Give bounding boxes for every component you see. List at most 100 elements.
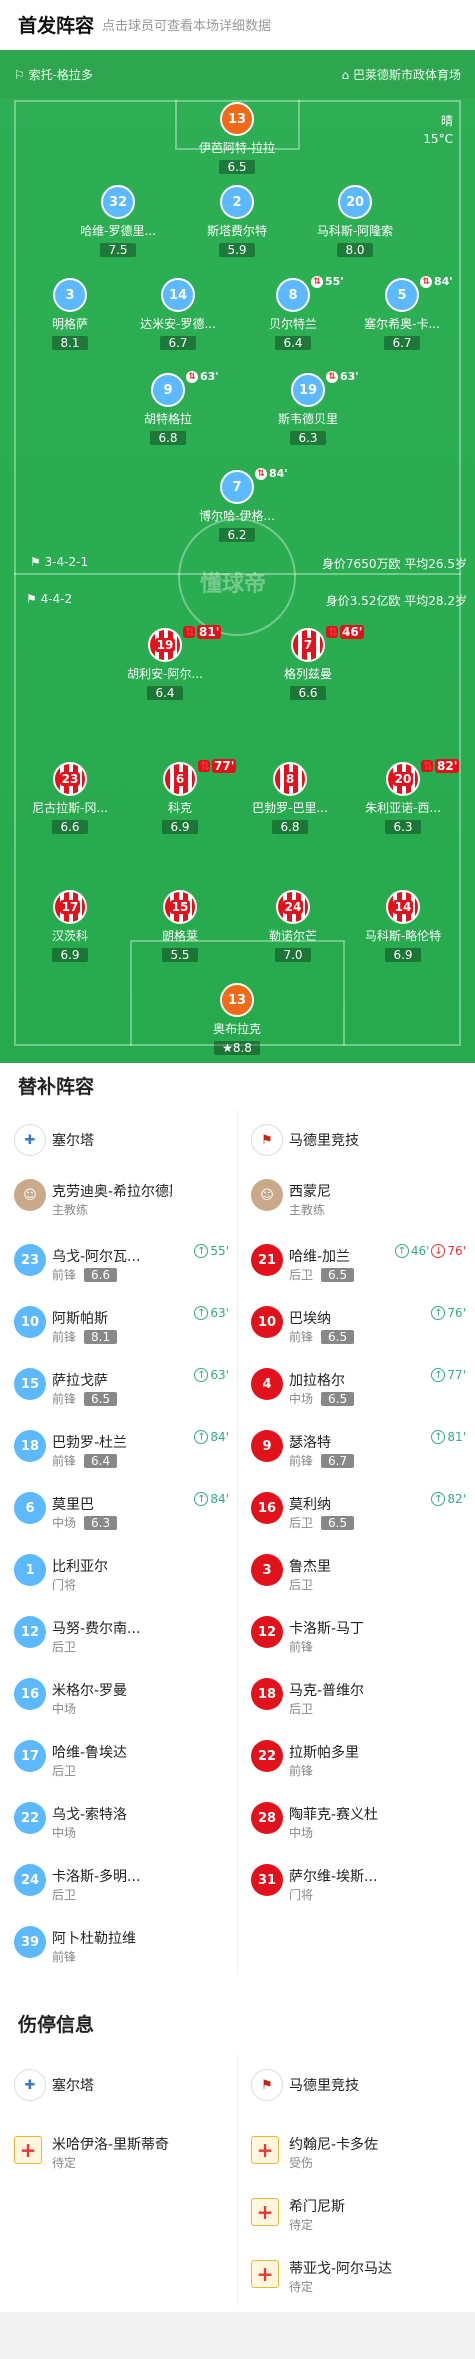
- sub-in-icon: ↑: [431, 1492, 446, 1506]
- sub-player-row[interactable]: 12 马努-费尔南... 后卫: [0, 1602, 237, 1664]
- sub-player-row[interactable]: 1 比利亚尔 门将: [0, 1540, 237, 1602]
- sub-jersey-number: 18: [14, 1430, 46, 1462]
- injured-player-row[interactable]: + 约翰尼-卡多佐 受伤: [237, 2118, 474, 2180]
- subs-title: 替补阵容: [18, 1076, 95, 1098]
- coach-row[interactable]: ☺ 西蒙尼 主教练: [237, 1165, 474, 1227]
- injured-player-row[interactable]: + 希门尼斯 待定: [237, 2180, 474, 2242]
- jersey-number: 6 ⇅ 77': [163, 759, 237, 796]
- sub-jersey-number: 12: [251, 1616, 283, 1648]
- sub-player-row[interactable]: 22 乌戈-索特洛 中场: [0, 1788, 237, 1850]
- away-player[interactable]: 7 ⇅ 46' 格列兹曼 6.6: [253, 625, 365, 701]
- player-rating: 8.1: [52, 336, 88, 350]
- jersey-number: 15: [163, 890, 197, 924]
- sub-player-row[interactable]: 39 阿卜杜勒拉维 前锋: [0, 1912, 237, 1974]
- sub-player-row[interactable]: 18 马克-普维尔 后卫: [237, 1664, 474, 1726]
- sub-player-row[interactable]: 17 哈维-鲁埃达 后卫: [0, 1726, 237, 1788]
- home-player[interactable]: 13 伊芭阿特-拉拉 6.5: [182, 102, 292, 175]
- sub-jersey-number: 4: [251, 1368, 283, 1400]
- player-rating: 6.7: [384, 336, 420, 350]
- home-player[interactable]: 32 哈维-罗德里... 7.5: [63, 185, 173, 258]
- sub-player-row[interactable]: 10 巴埃纳 前锋 6.5 ↑ 76': [237, 1292, 474, 1354]
- team-crest-icon: ⚑: [251, 1124, 283, 1156]
- home-coach: ⚐ 索托-格拉多: [14, 67, 93, 82]
- jersey-number: 32: [101, 185, 135, 219]
- home-player[interactable]: 19 ⇅ 63' 斯韦德贝里 6.3: [253, 370, 363, 446]
- sub-out-icon: ↓: [431, 1244, 446, 1258]
- coach-row[interactable]: ☺ 克劳迪奥-希拉尔德斯 主教练: [0, 1165, 237, 1227]
- sub-player-row[interactable]: 22 拉斯帕多里 前锋: [237, 1726, 474, 1788]
- away-player[interactable]: 17 汉茨科 6.9: [15, 890, 125, 963]
- sub-jersey-number: 18: [251, 1678, 283, 1710]
- sub-player-name: 萨尔维-埃斯...: [289, 1869, 378, 1885]
- sub-player-name: 哈维-加兰: [289, 1249, 351, 1265]
- player-name: 斯塔费尔特: [206, 224, 267, 238]
- sub-position: 中场: [52, 1826, 77, 1840]
- sub-player-row[interactable]: 16 莫利纳 后卫 6.5 ↑ 82': [237, 1478, 474, 1540]
- sub-player-row[interactable]: 10 阿斯帕斯 前锋 8.1 ↑ 63': [0, 1292, 237, 1354]
- player-name: 马科斯-略伦特: [364, 929, 442, 943]
- away-player[interactable]: 20 ⇅ 82' 朱利亚诺-西... 6.3: [348, 759, 460, 835]
- sub-rating: 6.5: [321, 1516, 355, 1530]
- away-player[interactable]: 6 ⇅ 77' 科克 6.9: [125, 759, 237, 835]
- sub-event-badge: ⇅ 81': [183, 625, 222, 639]
- sub-jersey-number: 17: [14, 1740, 46, 1772]
- sub-player-row[interactable]: 12 卡洛斯-马丁 前锋: [237, 1602, 474, 1664]
- away-player[interactable]: 8 巴勃罗-巴里... 6.8: [235, 762, 345, 835]
- home-player[interactable]: 14 达米安-罗德... 6.7: [123, 278, 233, 351]
- sub-jersey-number: 3: [251, 1554, 283, 1586]
- sub-player-row[interactable]: 24 卡洛斯-多明... 后卫: [0, 1850, 237, 1912]
- sub-player-row[interactable]: 9 瑟洛特 前锋 6.7 ↑ 81': [237, 1416, 474, 1478]
- sub-player-row[interactable]: 18 巴勃罗-杜兰 前锋 6.4 ↑ 84': [0, 1416, 237, 1478]
- home-player[interactable]: 7 ⇅ 84' 博尔哈-伊格... 6.2: [182, 467, 292, 543]
- sub-rating: 8.1: [84, 1330, 118, 1344]
- home-player[interactable]: 9 ⇅ 63' 胡特格拉 6.8: [113, 370, 223, 446]
- coach-name: 西蒙尼: [289, 1184, 331, 1200]
- sub-in-icon: ↑: [194, 1306, 209, 1320]
- player-name: 汉茨科: [51, 929, 88, 943]
- away-player[interactable]: 23 尼古拉斯-冈... 6.6: [15, 762, 125, 835]
- home-player[interactable]: 8 ⇅ 55' 贝尔特兰 6.4: [238, 275, 348, 351]
- sub-player-row[interactable]: 3 鲁杰里 后卫: [237, 1540, 474, 1602]
- injury-icon: +: [251, 2198, 279, 2226]
- sub-player-row[interactable]: 21 哈维-加兰 后卫 6.5 ↑ 46' ↓ 76': [237, 1230, 474, 1292]
- team-name: 马德里竞技: [289, 1133, 359, 1149]
- player-name: 明格萨: [51, 317, 88, 331]
- sub-player-row[interactable]: 31 萨尔维-埃斯... 门将: [237, 1850, 474, 1912]
- home-player[interactable]: 3 明格萨 8.1: [15, 278, 125, 351]
- sub-event: ↑ 63': [194, 1306, 229, 1320]
- sub-rating: 6.6: [84, 1268, 118, 1282]
- team-name: 塞尔塔: [52, 2078, 94, 2094]
- player-rating: 5.5: [162, 948, 198, 962]
- substitution-icon: ⇅: [198, 759, 211, 773]
- away-player[interactable]: 13 奥布拉克 ★8.8: [182, 983, 292, 1056]
- player-rating: 6.8: [150, 431, 186, 445]
- injured-player-row[interactable]: + 米哈伊洛-里斯蒂奇 待定: [0, 2118, 237, 2180]
- sub-event: ↑ 84': [194, 1492, 229, 1506]
- away-player[interactable]: 19 ⇅ 81' 胡利安-阿尔... 6.4: [110, 625, 222, 701]
- away-player[interactable]: 24 勒诺尔芒 7.0: [238, 890, 348, 963]
- home-player[interactable]: 20 马科斯-阿隆索 8.0: [300, 185, 410, 258]
- sub-player-name: 陶菲克-赛义杜: [289, 1807, 379, 1823]
- sub-player-row[interactable]: 16 米格尔-罗曼 中场: [0, 1664, 237, 1726]
- team-row: ✚ 塞尔塔: [0, 2055, 237, 2117]
- sub-in-icon: ↑: [194, 1430, 209, 1444]
- sub-jersey-number: 6: [14, 1492, 46, 1524]
- away-player[interactable]: 15 朗格莱 5.5: [125, 890, 235, 963]
- sub-position: 后卫 6.5: [289, 1514, 355, 1531]
- injury-status: 受伤: [289, 2156, 314, 2170]
- home-player[interactable]: 5 ⇅ 84' 塞尔希奥-卡... 6.7: [347, 275, 457, 351]
- jersey-number: 13: [220, 983, 254, 1017]
- injured-player-row[interactable]: + 蒂亚戈-阿尔马达 待定: [237, 2242, 474, 2304]
- sub-event-badge: ⇅ 84': [420, 275, 453, 288]
- home-player[interactable]: 2 斯塔费尔特 5.9: [182, 185, 292, 258]
- sub-player-row[interactable]: 6 莫里巴 中场 6.3 ↑ 84': [0, 1478, 237, 1540]
- sub-player-row[interactable]: 4 加拉格尔 中场 6.5 ↑ 77': [237, 1354, 474, 1416]
- substitution-icon: ⇅: [326, 625, 339, 639]
- sub-player-row[interactable]: 15 萨拉戈萨 前锋 6.5 ↑ 63': [0, 1354, 237, 1416]
- sub-player-row[interactable]: 23 乌戈-阿尔瓦... 前锋 6.6 ↑ 55': [0, 1230, 237, 1292]
- page-footer: [0, 2312, 475, 2359]
- substitution-icon: ⇅: [255, 467, 267, 480]
- player-name: 斯韦德贝里: [277, 412, 338, 426]
- away-player[interactable]: 14 马科斯-略伦特 6.9: [348, 890, 458, 963]
- sub-player-row[interactable]: 28 陶菲克-赛义杜 中场: [237, 1788, 474, 1850]
